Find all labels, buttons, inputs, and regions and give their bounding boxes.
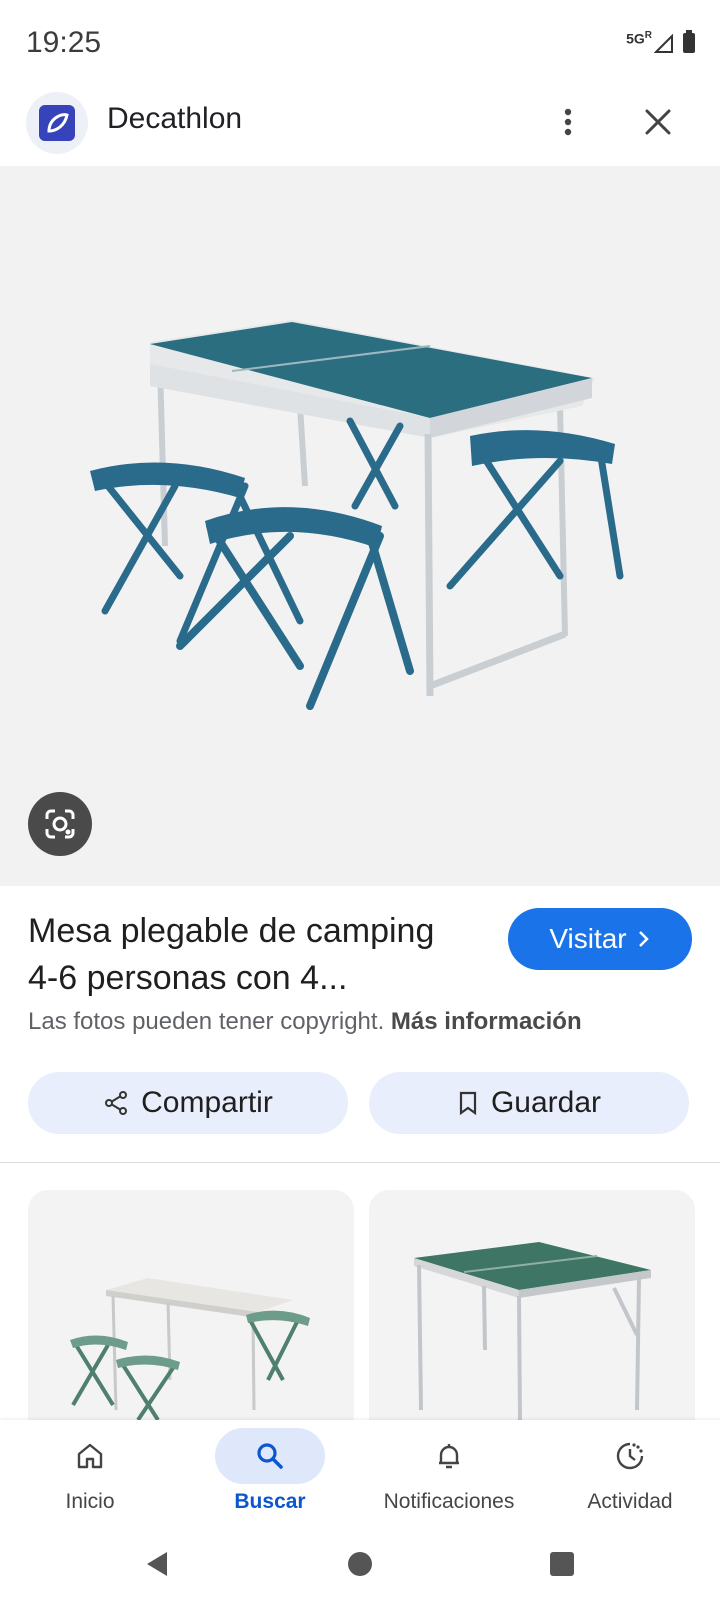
chevron-right-icon <box>638 931 649 947</box>
status-time: 19:25 <box>26 26 102 59</box>
nav-label: Inicio <box>65 1490 115 1513</box>
product-image[interactable] <box>0 166 720 886</box>
related-image[interactable] <box>28 1190 354 1420</box>
google-lens-button[interactable] <box>28 792 92 856</box>
image-viewer-header: Decathlon <box>0 88 720 166</box>
nav-label: Notificaciones <box>383 1490 515 1513</box>
share-icon <box>105 1091 128 1115</box>
visit-button[interactable]: Visitar <box>508 908 692 970</box>
more-vert-icon[interactable] <box>548 102 588 142</box>
visit-label: Visitar <box>549 923 627 954</box>
home-button-icon[interactable] <box>346 1550 374 1578</box>
status-bar: 19:25 5GR <box>0 0 720 88</box>
save-button[interactable]: Guardar <box>369 1072 689 1134</box>
camping-table-illustration <box>90 320 624 710</box>
share-label: Compartir <box>141 1086 273 1119</box>
copyright-notice: Las fotos pueden tener copyright. Más in… <box>28 1008 582 1036</box>
site-name[interactable]: Decathlon <box>107 102 242 136</box>
home-icon <box>77 1443 103 1469</box>
system-navigation-bar <box>0 1528 720 1600</box>
recents-icon[interactable] <box>548 1550 576 1578</box>
bottom-navigation: Inicio Buscar Notificaciones Actividad <box>0 1420 720 1528</box>
decathlon-logo[interactable] <box>26 92 88 154</box>
network-type: 5GR <box>626 30 652 47</box>
nav-actividad[interactable]: Actividad <box>545 1420 715 1528</box>
nav-label: Actividad <box>587 1490 673 1513</box>
lens-icon <box>45 809 75 839</box>
bell-icon <box>439 1444 459 1469</box>
copyright-text: Las fotos pueden tener copyright. <box>28 1008 385 1035</box>
nav-notificaciones[interactable]: Notificaciones <box>364 1420 534 1528</box>
nav-label: Buscar <box>234 1490 306 1513</box>
battery-icon <box>683 30 695 53</box>
activity-icon <box>616 1442 644 1470</box>
share-button[interactable]: Compartir <box>28 1072 348 1134</box>
back-icon[interactable] <box>143 1550 171 1578</box>
product-title[interactable]: Mesa plegable de camping 4-6 personas co… <box>28 908 498 1002</box>
signal-icon <box>654 34 673 53</box>
nav-buscar[interactable]: Buscar <box>185 1420 355 1528</box>
related-image[interactable] <box>369 1190 695 1420</box>
product-title-line2: 4-6 personas con 4... <box>28 959 348 997</box>
close-icon[interactable] <box>638 102 678 142</box>
nav-inicio[interactable]: Inicio <box>5 1420 175 1528</box>
product-title-line1: Mesa plegable de camping <box>28 912 435 950</box>
divider <box>0 1162 720 1163</box>
search-icon <box>257 1443 283 1469</box>
bookmark-icon <box>459 1091 477 1116</box>
save-label: Guardar <box>490 1086 602 1119</box>
more-info-link[interactable]: Más información <box>391 1008 582 1035</box>
